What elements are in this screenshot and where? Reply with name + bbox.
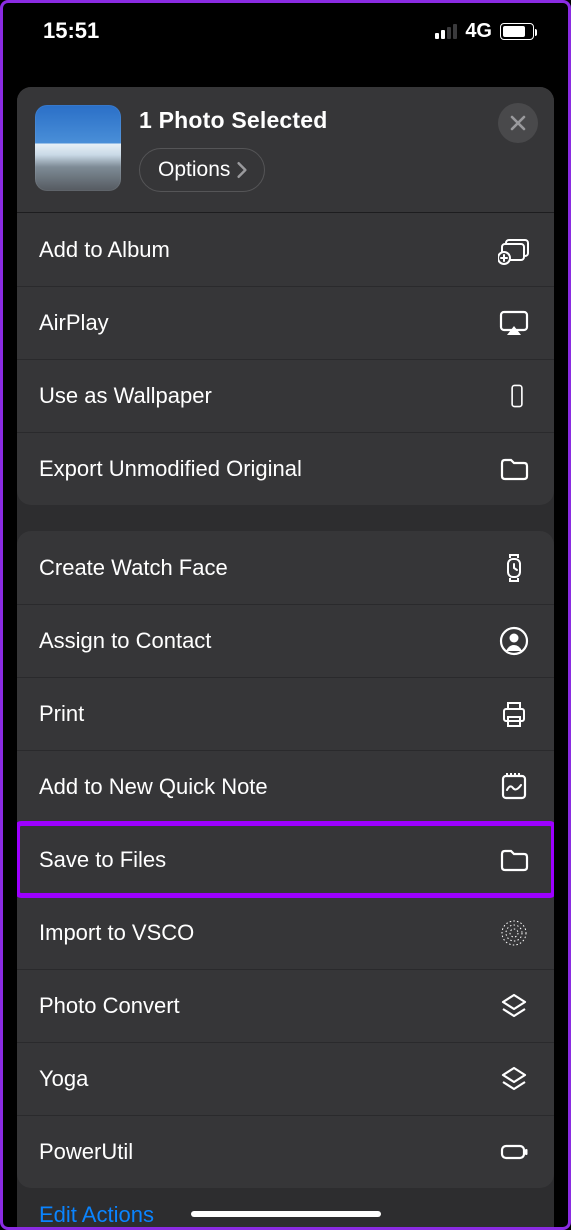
battery-icon — [490, 1136, 530, 1168]
action-label: Add to Album — [39, 237, 170, 263]
close-button[interactable] — [498, 103, 538, 143]
action-label: Save to Files — [39, 847, 166, 873]
options-label: Options — [158, 158, 230, 182]
action-label: PowerUtil — [39, 1139, 133, 1165]
layers-icon — [490, 990, 530, 1022]
status-bar: 15:51 4G — [3, 3, 568, 59]
printer-icon — [490, 698, 530, 730]
action-label: Print — [39, 701, 84, 727]
signal-icon — [435, 23, 457, 39]
layers-icon — [490, 1063, 530, 1095]
action-label: Photo Convert — [39, 993, 180, 1019]
action-label: Assign to Contact — [39, 628, 211, 654]
share-sheet: 1 Photo Selected Options Add to Album Air… — [17, 87, 554, 1227]
close-icon — [509, 114, 527, 132]
action-row-add-to-album[interactable]: Add to Album — [17, 213, 554, 286]
action-label: Export Unmodified Original — [39, 456, 302, 482]
options-button[interactable]: Options — [139, 148, 265, 192]
action-row-yoga[interactable]: Yoga — [17, 1042, 554, 1115]
photo-thumbnail[interactable] — [35, 105, 121, 191]
action-row-use-as-wallpaper[interactable]: Use as Wallpaper — [17, 359, 554, 432]
action-label: Import to VSCO — [39, 920, 194, 946]
share-sheet-header: 1 Photo Selected Options — [17, 87, 554, 213]
action-row-import-to-vsco[interactable]: Import to VSCO — [17, 896, 554, 969]
contact-icon — [490, 625, 530, 657]
chevron-right-icon — [236, 161, 248, 179]
action-row-create-watch-face[interactable]: Create Watch Face — [17, 531, 554, 604]
action-row-save-to-files[interactable]: Save to Files — [17, 823, 554, 896]
action-label: Use as Wallpaper — [39, 383, 212, 409]
action-row-powerutil[interactable]: PowerUtil — [17, 1115, 554, 1188]
action-label: AirPlay — [39, 310, 109, 336]
action-row-add-to-new-quick-note[interactable]: Add to New Quick Note — [17, 750, 554, 823]
status-right: 4G — [435, 20, 534, 43]
home-indicator[interactable] — [191, 1211, 381, 1217]
phone-icon — [490, 383, 530, 409]
action-group: Create Watch Face Assign to Contact Print A… — [17, 531, 554, 1188]
note-icon — [490, 771, 530, 803]
vsco-icon — [490, 917, 530, 949]
network-label: 4G — [465, 20, 492, 43]
album-add-icon — [490, 234, 530, 266]
action-row-photo-convert[interactable]: Photo Convert — [17, 969, 554, 1042]
folder-icon — [490, 844, 530, 876]
action-group: Add to Album AirPlay Use as Wallpaper Expor… — [17, 213, 554, 505]
action-label: Yoga — [39, 1066, 88, 1092]
action-row-export-unmodified-original[interactable]: Export Unmodified Original — [17, 432, 554, 505]
action-label: Add to New Quick Note — [39, 774, 268, 800]
action-list[interactable]: Add to Album AirPlay Use as Wallpaper Expor… — [17, 213, 554, 1227]
edit-actions-link[interactable]: Edit Actions — [17, 1188, 554, 1227]
battery-icon — [500, 23, 534, 40]
action-row-assign-to-contact[interactable]: Assign to Contact — [17, 604, 554, 677]
action-label: Create Watch Face — [39, 555, 228, 581]
status-time: 15:51 — [43, 18, 99, 44]
action-row-airplay[interactable]: AirPlay — [17, 286, 554, 359]
action-row-print[interactable]: Print — [17, 677, 554, 750]
folder-icon — [490, 453, 530, 485]
watch-icon — [490, 552, 530, 584]
airplay-icon — [490, 307, 530, 339]
selection-title: 1 Photo Selected — [139, 107, 536, 134]
